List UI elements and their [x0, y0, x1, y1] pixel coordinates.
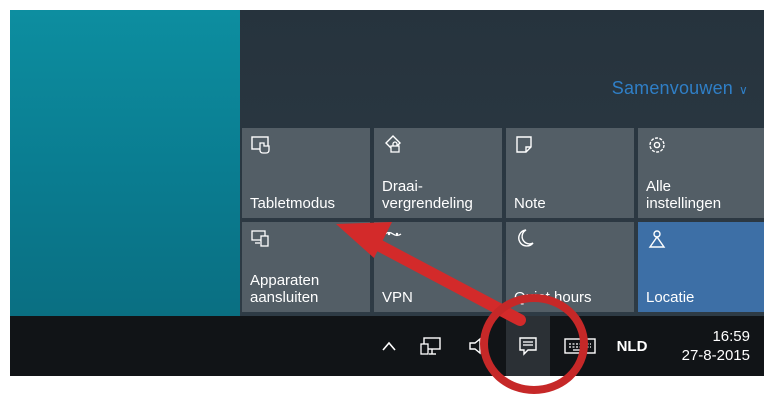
tile-label: Draai- vergrendeling: [382, 178, 473, 212]
tile-label: Tabletmodus: [250, 195, 336, 212]
clock[interactable]: 16:59 27-8-2015: [666, 316, 750, 376]
screen-frame: Samenvouwen ∨ Tabletmodus Draai- vergrend…: [10, 10, 764, 376]
tile-vpn[interactable]: VPN: [374, 222, 502, 312]
chevron-up-icon: [382, 341, 396, 351]
show-hidden-icons-button[interactable]: [374, 316, 404, 376]
clock-date: 27-8-2015: [681, 347, 750, 364]
keyboard-icon: [564, 338, 596, 354]
tile-label: Apparaten aansluiten: [250, 272, 320, 306]
tile-tablet-mode[interactable]: Tabletmodus: [242, 128, 370, 218]
note-icon: [516, 136, 532, 153]
input-language[interactable]: NLD: [610, 316, 654, 376]
tablet-mode-icon: [251, 136, 270, 154]
desktop-background: [10, 10, 240, 316]
taskbar: NLD 16:59 27-8-2015: [10, 316, 764, 376]
connect-devices-icon: [251, 230, 269, 247]
tile-location[interactable]: Locatie: [638, 222, 764, 312]
tile-label: Quiet hours: [514, 289, 592, 306]
clock-time: 16:59: [712, 328, 750, 345]
rotation-lock-icon: [385, 135, 401, 153]
location-icon: [648, 230, 666, 248]
vpn-icon: [384, 231, 402, 237]
network-icon: [420, 337, 441, 355]
touch-keyboard-button[interactable]: [558, 316, 602, 376]
speaker-icon: [469, 337, 487, 355]
chevron-down-icon: ∨: [739, 83, 748, 97]
notification-icon: [519, 337, 537, 356]
tile-quiet-hours[interactable]: Quiet hours: [506, 222, 634, 312]
tile-all-settings[interactable]: Alle instellingen: [638, 128, 764, 218]
tile-label: Alle instellingen: [646, 178, 722, 212]
moon-icon: [518, 229, 534, 247]
tile-connect-devices[interactable]: Apparaten aansluiten: [242, 222, 370, 312]
tile-label: Note: [514, 195, 546, 212]
tile-note[interactable]: Note: [506, 128, 634, 218]
tile-rotation-lock[interactable]: Draai- vergrendeling: [374, 128, 502, 218]
volume-button[interactable]: [462, 316, 498, 376]
action-center-panel: Samenvouwen ∨ Tabletmodus Draai- vergrend…: [240, 10, 764, 316]
collapse-label: Samenvouwen: [611, 78, 734, 98]
action-center-button[interactable]: [506, 316, 550, 376]
tile-label: VPN: [382, 289, 413, 306]
network-button[interactable]: [414, 316, 450, 376]
collapse-link[interactable]: Samenvouwen ∨: [612, 78, 748, 99]
settings-gear-icon: [649, 137, 665, 153]
tile-label: Locatie: [646, 289, 695, 306]
